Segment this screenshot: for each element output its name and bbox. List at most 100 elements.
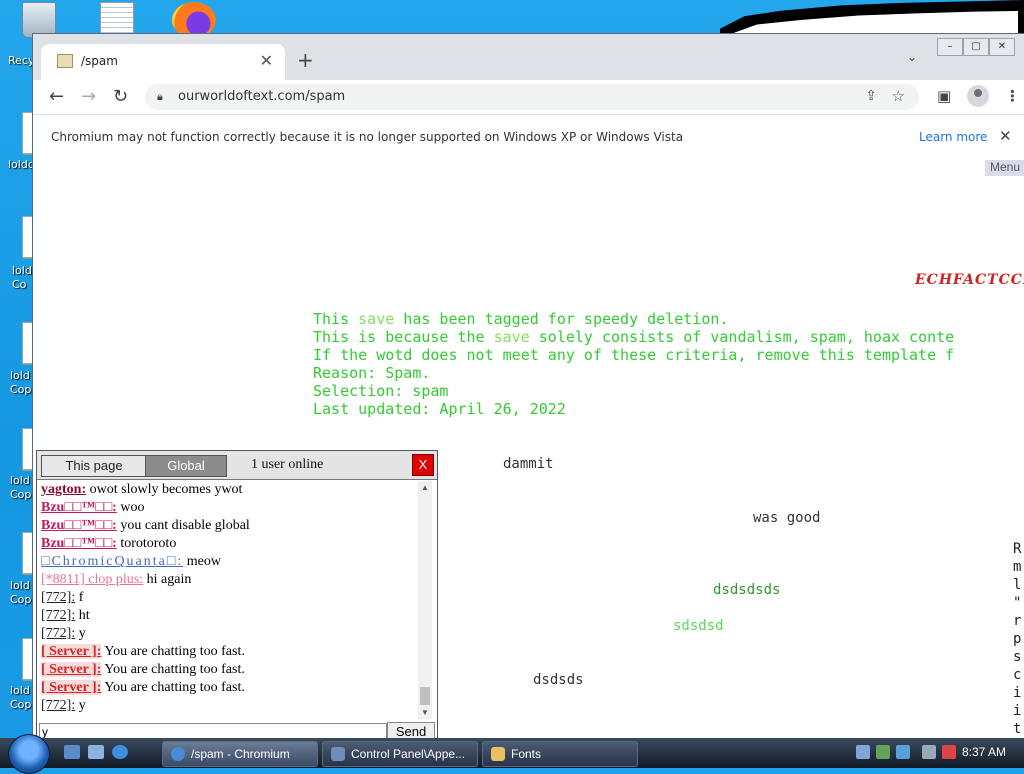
desktop-icon-3[interactable] xyxy=(0,322,38,364)
chat-text: You are chatting too fast. xyxy=(101,662,245,677)
favicon-icon xyxy=(57,54,73,68)
chat-text: torotoroto xyxy=(116,536,177,551)
volume-muted-icon[interactable] xyxy=(942,745,956,759)
window-close-icon[interactable]: ✕ xyxy=(989,38,1015,56)
chat-input[interactable] xyxy=(39,723,387,739)
desktop-icon-4[interactable] xyxy=(0,428,38,470)
desktop-label: lold Co xyxy=(12,264,32,291)
chat-message: Bzu□□™□□: woo xyxy=(41,499,417,517)
chat-text: You are chatting too fast. xyxy=(101,644,245,659)
internet-explorer-icon[interactable] xyxy=(112,745,128,759)
chat-text: woo xyxy=(116,500,145,515)
chromium-icon xyxy=(171,747,185,761)
unsupported-os-infobar: Chromium may not function correctly beca… xyxy=(33,114,1024,161)
world-text-column: R m l " r p s c i i t h b xyxy=(1013,541,1022,737)
notice-text: solely consists of vandalism, spam, hoax… xyxy=(529,328,955,346)
share-icon[interactable]: ⇪ xyxy=(865,88,877,104)
chat-text: You are chatting too fast. xyxy=(101,680,245,695)
address-bar[interactable]: 🔒︎ ourworldoftext.com/spam ⇪ ☆ xyxy=(145,84,919,110)
chat-message: [772]: y xyxy=(41,697,417,715)
chat-nick[interactable]: Bzu□□™□□: xyxy=(41,500,117,515)
scroll-down-arrow-icon[interactable]: ▼ xyxy=(421,708,429,717)
taskbar-button-label: /spam - Chromium xyxy=(191,747,290,761)
chat-nick[interactable]: [ Server ]: xyxy=(41,680,102,695)
menu-kebab-icon[interactable]: ⋮ xyxy=(1005,87,1020,105)
scroll-thumb[interactable] xyxy=(420,687,430,705)
back-arrow-icon[interactable]: ← xyxy=(49,86,64,107)
chat-text: f xyxy=(75,590,84,605)
side-panel-icon[interactable]: ▣ xyxy=(937,87,951,105)
chat-message: [*8811] clop plus: hi again xyxy=(41,571,417,589)
world-text: dammit xyxy=(503,456,554,472)
url-text: ourworldoftext.com/spam xyxy=(178,89,346,104)
desktop-icon-6[interactable] xyxy=(0,638,38,680)
reload-icon[interactable]: ↻ xyxy=(113,86,128,107)
chat-text: hi again xyxy=(143,572,192,587)
profile-avatar-icon[interactable] xyxy=(967,85,989,107)
tray-icon-1[interactable] xyxy=(856,745,870,759)
start-orb-icon[interactable] xyxy=(8,734,50,774)
chat-nick[interactable]: [ Server ]: xyxy=(41,662,102,677)
minimize-icon[interactable]: – xyxy=(937,38,963,56)
maximize-icon[interactable]: ▢ xyxy=(963,38,989,56)
users-online-count: 1 user online xyxy=(251,457,324,472)
scroll-up-arrow-icon[interactable]: ▲ xyxy=(421,483,429,492)
world-text: dsdsds xyxy=(533,672,584,688)
chat-text: owot slowly becomes ywot xyxy=(86,482,243,497)
network-icon[interactable] xyxy=(922,745,936,759)
taskbar-button-control-panel[interactable]: Control Panel\Appe... xyxy=(322,741,478,767)
taskbar-button-fonts[interactable]: Fonts xyxy=(482,741,638,767)
chat-text: ht xyxy=(75,608,90,623)
chat-nick[interactable]: Bzu□□™□□: xyxy=(41,536,117,551)
notice-text: has been tagged for speedy deletion. xyxy=(394,310,729,328)
taskbar-button-chromium[interactable]: /spam - Chromium xyxy=(162,741,318,767)
tab-search-chevron-icon[interactable]: ⌄ xyxy=(907,50,917,64)
tab-spam[interactable]: /spam ✕ xyxy=(41,44,285,80)
chat-nick[interactable]: [772]: xyxy=(41,608,75,623)
switch-windows-icon[interactable] xyxy=(88,745,104,759)
chat-nick[interactable]: □ChromicQuanta□: xyxy=(41,554,183,569)
new-tab-icon[interactable]: + xyxy=(297,48,314,72)
tray-icon-2[interactable] xyxy=(876,745,890,759)
owot-canvas[interactable]: Menu ECHFACTCCITA This save has been tag… xyxy=(33,160,1024,739)
taskbar-button-label: Fonts xyxy=(511,747,542,761)
chat-nick[interactable]: [772]: xyxy=(41,626,75,641)
chat-nick[interactable]: yagton: xyxy=(41,482,86,497)
desktop-icon-1[interactable] xyxy=(0,112,38,154)
chat-tab-this-page[interactable]: This page xyxy=(41,455,147,477)
window-controls: – ▢ ✕ xyxy=(937,34,1015,56)
desktop-icon-2[interactable] xyxy=(0,216,38,258)
chat-nick[interactable]: Bzu□□™□□: xyxy=(41,518,117,533)
chat-send-button[interactable]: Send xyxy=(387,722,435,739)
infobar-close-icon[interactable]: ✕ xyxy=(999,127,1012,145)
bookmark-star-icon[interactable]: ☆ xyxy=(892,87,905,105)
notice-text: Last updated: April 26, 2022 xyxy=(313,400,566,418)
desktop-icon-5[interactable] xyxy=(0,532,38,574)
show-desktop-icon[interactable] xyxy=(64,745,80,759)
chat-nick[interactable]: [*8811] clop plus: xyxy=(41,572,143,587)
forward-arrow-icon[interactable]: → xyxy=(81,86,96,107)
chat-log: yagton: owot slowly becomes ywot Bzu□□™□… xyxy=(41,481,417,717)
chat-nick[interactable]: [772]: xyxy=(41,590,75,605)
taskbar-clock[interactable]: 8:37 AM xyxy=(962,745,1006,759)
chat-scrollbar[interactable]: ▲ ▼ xyxy=(418,481,432,719)
tray-icon-3[interactable] xyxy=(896,745,910,759)
notice-highlight: save xyxy=(358,310,395,328)
tab-close-icon[interactable]: ✕ xyxy=(260,51,273,70)
chat-nick[interactable]: [772]: xyxy=(41,698,75,713)
tab-strip: /spam ✕ + ⌄ – ▢ ✕ xyxy=(33,34,1024,80)
chat-message: Bzu□□™□□: torotoroto xyxy=(41,535,417,553)
owot-menu-button[interactable]: Menu xyxy=(985,160,1024,176)
chromium-window: /spam ✕ + ⌄ – ▢ ✕ ← → ↻ 🔒︎ ourworldoftext.… xyxy=(32,33,1024,740)
learn-more-link[interactable]: Learn more xyxy=(919,130,987,144)
chat-close-button[interactable]: X xyxy=(412,454,434,476)
chat-nick[interactable]: [ Server ]: xyxy=(41,644,102,659)
desktop-label: lold Cop xyxy=(10,579,32,606)
world-text: dsdsdsds xyxy=(713,582,781,598)
red-heading: ECHFACTCCITA xyxy=(915,272,1024,288)
chat-message: [ Server ]: You are chatting too fast. xyxy=(41,679,417,697)
chat-tab-global[interactable]: Global xyxy=(145,455,227,477)
chat-text: y xyxy=(75,626,86,641)
desktop-label: lold Cop xyxy=(10,369,32,396)
chat-message: [772]: f xyxy=(41,589,417,607)
